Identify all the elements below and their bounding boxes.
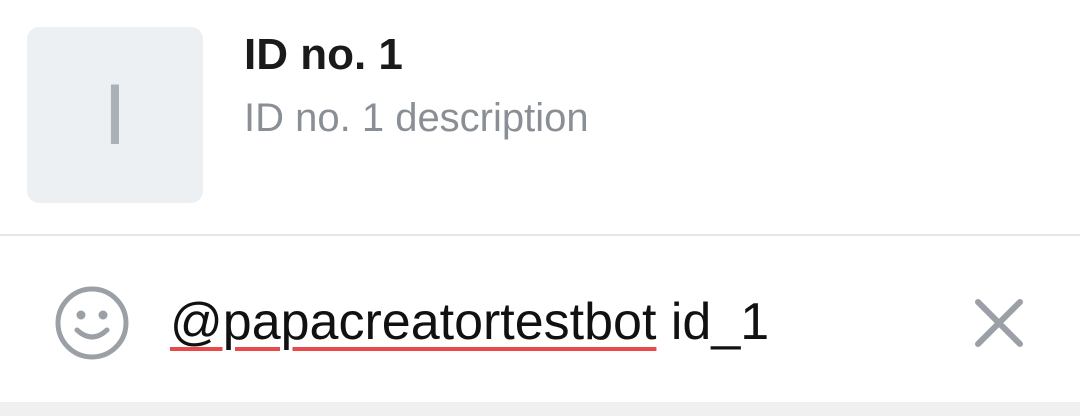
result-title: ID no. 1 bbox=[244, 30, 403, 79]
query-text: id_1 bbox=[656, 293, 770, 351]
thumbnail-letter: I bbox=[103, 67, 127, 163]
emoji-icon[interactable] bbox=[53, 284, 131, 362]
mention-text: @papacreatortestbot bbox=[170, 293, 657, 351]
result-description: ID no. 1 description bbox=[244, 96, 589, 140]
inline-result-item[interactable]: I ID no. 1 ID no. 1 description bbox=[0, 0, 1080, 234]
message-input-field[interactable]: @papacreatortestbot id_1 bbox=[170, 292, 769, 352]
bottom-strip bbox=[0, 402, 1080, 416]
close-icon[interactable] bbox=[972, 296, 1026, 350]
result-thumbnail: I bbox=[27, 27, 203, 203]
